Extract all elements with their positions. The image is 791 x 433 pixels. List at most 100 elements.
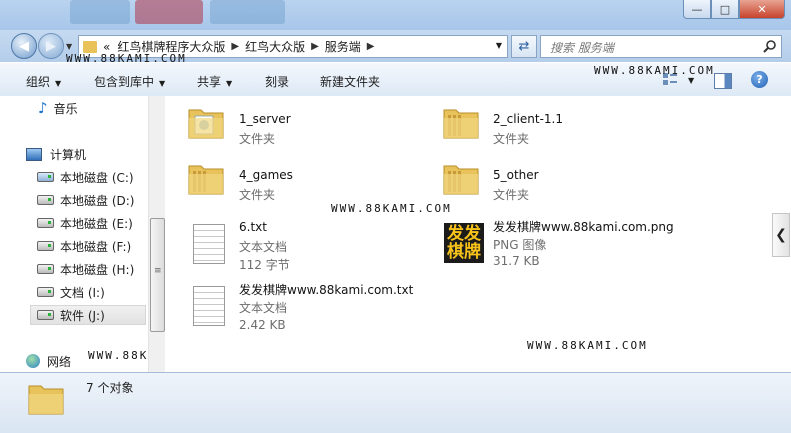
organize-label: 组织 [26, 75, 51, 89]
search-input[interactable]: 搜索 服务端 [550, 39, 614, 56]
file-item[interactable]: 发发棋牌www.88kami.com.txt 文本文档 2.42 KB [193, 280, 443, 334]
window-controls: — □ ✕ [683, 0, 785, 19]
forward-button[interactable]: ▶ [38, 33, 64, 59]
file-item[interactable]: 2_client-1.1 文件夹 [442, 104, 662, 148]
sidebar-item-drive-c[interactable]: 本地磁盘 (C:) [37, 167, 134, 187]
file-item[interactable]: 1_server 文件夹 [187, 104, 407, 148]
sidebar-item-label: 本地磁盘 (F:) [60, 239, 132, 254]
grip-icon: ≡ [154, 266, 162, 276]
sidebar-item-music[interactable]: ♪ 音乐 [38, 98, 78, 118]
file-item[interactable]: 发发 棋牌 发发棋牌www.88kami.com.png PNG 图像 31.7… [442, 218, 692, 272]
back-button[interactable]: ◀ [11, 33, 37, 59]
drive-icon [37, 241, 54, 251]
view-dropdown-icon[interactable]: ▼ [688, 76, 694, 85]
file-list: 1_server 文件夹 2_client-1.1 文件夹 4_games 文件… [165, 96, 791, 372]
file-size: 2.42 KB [239, 318, 286, 332]
watermark-text: WWW.88KAMI.COM [527, 339, 648, 352]
burn-button[interactable]: 刻录 [265, 73, 289, 90]
title-bar: — □ ✕ [0, 0, 791, 30]
watermark-text: WWW.88KAMI.COM [331, 202, 452, 215]
chevron-right-icon[interactable]: ▶ [311, 41, 319, 52]
sidebar-item-label: 计算机 [50, 147, 87, 162]
help-button[interactable]: ? [751, 71, 768, 88]
chevron-down-icon: ▼ [159, 79, 166, 88]
refresh-icon: ⇄ [518, 39, 530, 54]
include-in-library-button[interactable]: 包含到库中 ▼ [94, 73, 165, 90]
file-name: 发发棋牌www.88kami.com.png [493, 220, 674, 234]
sidebar-item-label: 文档 (I:) [60, 285, 105, 300]
new-folder-button[interactable]: 新建文件夹 [320, 73, 380, 90]
scrollbar-thumb[interactable]: ≡ [150, 218, 165, 332]
chevron-right-icon[interactable]: ▶ [367, 41, 375, 52]
search-box[interactable]: 搜索 服务端 [540, 35, 782, 58]
sidebar-item-drive-i[interactable]: 文档 (I:) [37, 282, 105, 302]
address-history-dropdown-icon[interactable]: ▼ [496, 41, 502, 50]
file-type: 文本文档 [239, 240, 288, 254]
file-item[interactable]: 4_games 文件夹 [187, 160, 407, 204]
close-button[interactable]: ✕ [739, 0, 785, 19]
include-label: 包含到库中 [94, 75, 155, 89]
share-button[interactable]: 共享 ▼ [197, 73, 232, 90]
watermark-text: WWW.88KAMI.COM [594, 64, 715, 77]
navigation-pane: ♪ 音乐 计算机 本地磁盘 (C:) 本地磁盘 (D:) 本地磁盘 (E:) 本… [0, 96, 165, 372]
image-thumbnail: 发发 棋牌 [444, 223, 484, 263]
organize-button[interactable]: 组织 ▼ [26, 73, 61, 90]
file-type: 文件夹 [493, 132, 530, 146]
sidebar-scrollbar[interactable]: ≡ [148, 96, 166, 372]
sidebar-item-label: 网络 [47, 354, 72, 369]
sidebar-item-computer[interactable]: 计算机 [26, 144, 86, 164]
folder-icon [443, 109, 479, 139]
chevron-left-icon: ❮ [775, 227, 787, 243]
sidebar-item-drive-e[interactable]: 本地磁盘 (E:) [37, 213, 133, 233]
folder-icon [28, 385, 64, 415]
sidebar-item-drive-f[interactable]: 本地磁盘 (F:) [37, 236, 131, 256]
file-name: 发发棋牌www.88kami.com.txt [239, 283, 414, 297]
drive-icon [37, 195, 54, 205]
chevron-down-icon: ▼ [226, 79, 233, 88]
file-item[interactable]: 5_other 文件夹 [442, 160, 662, 204]
computer-icon [26, 147, 42, 161]
recent-pages-dropdown-icon[interactable]: ▼ [66, 42, 72, 51]
drive-icon [37, 287, 54, 297]
preview-pane-icon[interactable] [714, 73, 732, 89]
title-tab [210, 0, 285, 24]
watermark-text: WWW.88KAMI.COM [66, 52, 187, 65]
sidebar-item-network[interactable]: 网络 [26, 351, 71, 371]
forward-arrow-icon: ▶ [46, 38, 56, 54]
sidebar-item-label: 音乐 [53, 101, 78, 116]
file-name: 6.txt [239, 220, 267, 234]
file-type: 文件夹 [239, 132, 276, 146]
refresh-button[interactable]: ⇄ [511, 35, 537, 58]
maximize-button[interactable]: □ [711, 0, 739, 19]
breadcrumb-item[interactable]: 红鸟大众版 [245, 38, 305, 55]
file-name: 2_client-1.1 [493, 112, 564, 126]
file-type: 文件夹 [239, 188, 276, 202]
file-size: 112 字节 [239, 258, 290, 272]
sidebar-item-label: 本地磁盘 (H:) [60, 262, 135, 277]
details-pane: 7 个对象 [0, 372, 791, 433]
drive-icon [37, 218, 54, 228]
breadcrumb-item[interactable]: 服务端 [325, 38, 361, 55]
show-preview-button[interactable]: ❮ [772, 213, 790, 257]
title-tab [70, 0, 130, 24]
sidebar-item-label: 本地磁盘 (E:) [60, 216, 133, 231]
text-file-icon [193, 286, 225, 326]
folder-icon [83, 40, 97, 53]
sidebar-item-drive-d[interactable]: 本地磁盘 (D:) [37, 190, 134, 210]
item-count: 7 个对象 [86, 381, 134, 395]
search-icon[interactable] [763, 39, 777, 53]
chevron-right-icon[interactable]: ▶ [231, 41, 239, 52]
sidebar-item-label: 本地磁盘 (C:) [60, 170, 134, 185]
sidebar-item-drive-j[interactable]: 软件 (J:) [30, 305, 146, 325]
file-name: 4_games [239, 168, 293, 182]
folder-icon [443, 165, 479, 195]
file-type: PNG 图像 [493, 238, 547, 252]
file-type: 文本文档 [239, 301, 288, 315]
file-name: 1_server [239, 112, 291, 126]
system-drive-icon [37, 172, 54, 182]
drive-icon [37, 264, 54, 274]
file-type: 文件夹 [493, 188, 530, 202]
sidebar-item-drive-h[interactable]: 本地磁盘 (H:) [37, 259, 134, 279]
file-item[interactable]: 6.txt 文本文档 112 字节 [193, 218, 413, 272]
minimize-button[interactable]: — [683, 0, 711, 19]
